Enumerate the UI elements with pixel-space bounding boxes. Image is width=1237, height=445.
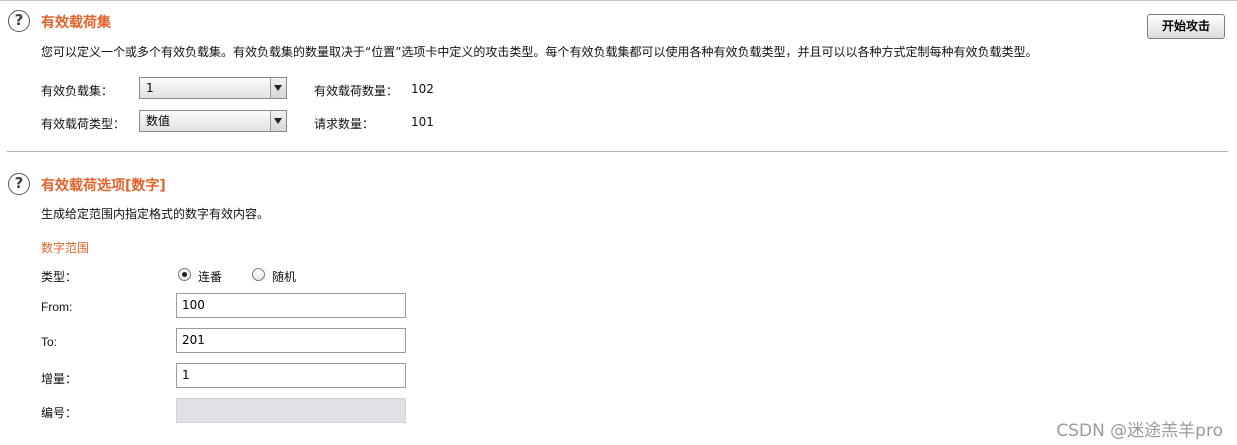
request-count-value: 101 (411, 115, 434, 129)
section-divider (7, 151, 1228, 152)
payload-set-value: 1 (146, 81, 154, 95)
watermark: CSDN @迷途羔羊pro (1056, 421, 1223, 441)
payload-count-label: 有效载荷数量： (314, 84, 399, 98)
payload-count-value: 102 (411, 82, 434, 96)
number-input (176, 398, 406, 423)
request-count-label: 请求数量： (314, 117, 375, 131)
radio-sequential[interactable] (178, 268, 191, 281)
top-border (0, 0, 1237, 1)
to-label: To: (41, 335, 58, 349)
payload-type-select[interactable]: 数值 (139, 110, 287, 132)
from-label: From: (41, 300, 73, 314)
payload-sets-description: 您可以定义一个或多个有效负载集。有效负载集的数量取决于“位置”选项卡中定义的攻击… (41, 45, 1038, 59)
step-input[interactable]: 1 (176, 363, 406, 388)
help-icon[interactable]: ? (8, 10, 30, 32)
payload-set-label: 有效负载集： (41, 84, 114, 98)
payload-set-select[interactable]: 1 (139, 77, 287, 99)
chevron-down-icon (270, 111, 286, 131)
payload-type-label: 有效载荷类型： (41, 117, 126, 131)
from-input[interactable]: 100 (176, 293, 406, 318)
start-attack-button[interactable]: 开始攻击 (1147, 14, 1225, 39)
chevron-down-icon (270, 78, 286, 98)
help-icon[interactable]: ? (8, 173, 30, 195)
radio-random[interactable] (252, 268, 265, 281)
payload-options-description: 生成给定范围内指定格式的数字有效内容。 (41, 207, 270, 221)
payload-sets-title: 有效载荷集 (41, 15, 111, 31)
payload-type-value: 数值 (146, 114, 171, 128)
step-label: 增量： (41, 372, 78, 386)
number-label: 编号： (41, 406, 78, 420)
payload-options-title: 有效载荷选项[数字] (41, 178, 166, 194)
number-range-title: 数字范围 (41, 241, 90, 255)
to-input[interactable]: 201 (176, 328, 406, 353)
type-label: 类型： (41, 270, 78, 284)
radio-random-label[interactable]: 随机 (272, 268, 296, 285)
radio-sequential-label[interactable]: 连番 (198, 268, 222, 285)
